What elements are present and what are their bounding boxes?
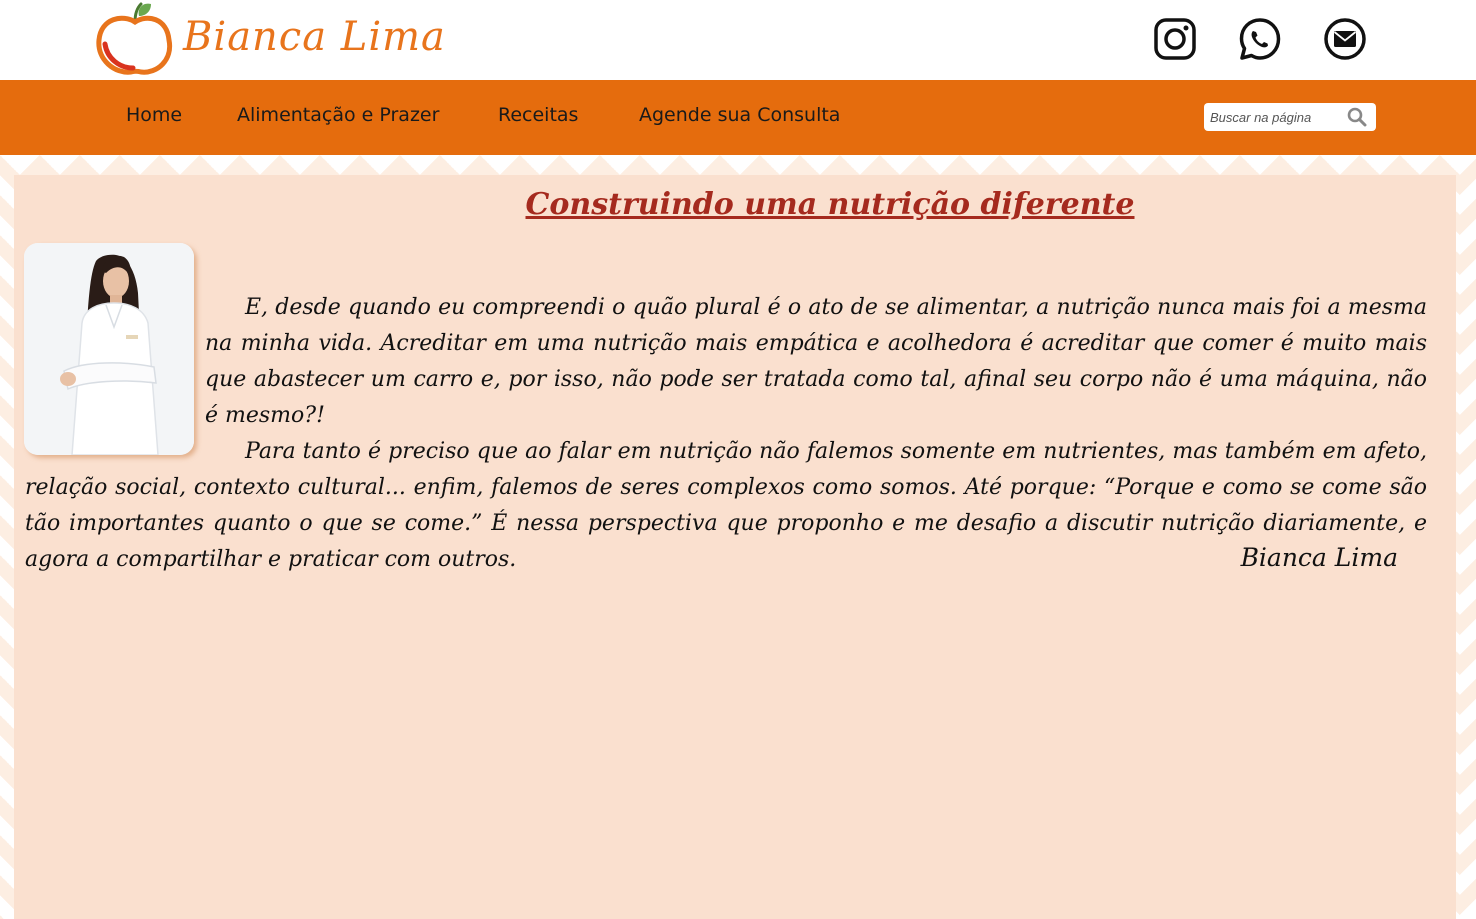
instagram-link[interactable]	[1152, 16, 1198, 62]
instagram-icon	[1154, 18, 1196, 60]
email-link[interactable]	[1322, 16, 1368, 62]
search-box	[1204, 103, 1376, 131]
article-title: Construindo uma nutrição diferente	[525, 187, 1135, 222]
whatsapp-link[interactable]	[1237, 16, 1283, 62]
photo-wrap-spacer	[25, 290, 205, 458]
nav-receitas[interactable]: Receitas	[498, 104, 578, 126]
main-navigation: Home Alimentação e Prazer Receitas Agend…	[0, 80, 1476, 155]
content-panel: Construindo uma nutrição diferente E, de…	[14, 175, 1456, 919]
search-button[interactable]	[1346, 107, 1368, 127]
nav-alimentacao-e-prazer[interactable]: Alimentação e Prazer	[237, 104, 439, 126]
nav-agende-sua-consulta[interactable]: Agende sua Consulta	[639, 104, 840, 126]
author-signature: Bianca Lima	[1240, 543, 1398, 572]
search-icon	[1347, 107, 1367, 127]
site-header: Bianca Lima	[0, 0, 1476, 80]
nav-home[interactable]: Home	[126, 104, 182, 126]
apple-logo-icon	[96, 2, 173, 75]
article-paragraph-1: E, desde quando eu compreendi o quão plu…	[205, 295, 1427, 428]
email-icon	[1324, 18, 1366, 60]
article-paragraph-2: Para tanto é preciso que ao falar em nut…	[25, 439, 1427, 572]
article-body: E, desde quando eu compreendi o quão plu…	[25, 290, 1427, 578]
search-input[interactable]	[1210, 106, 1342, 128]
site-logo[interactable]: Bianca Lima	[95, 0, 445, 78]
logo-text: Bianca Lima	[183, 14, 446, 60]
whatsapp-icon	[1239, 18, 1281, 60]
